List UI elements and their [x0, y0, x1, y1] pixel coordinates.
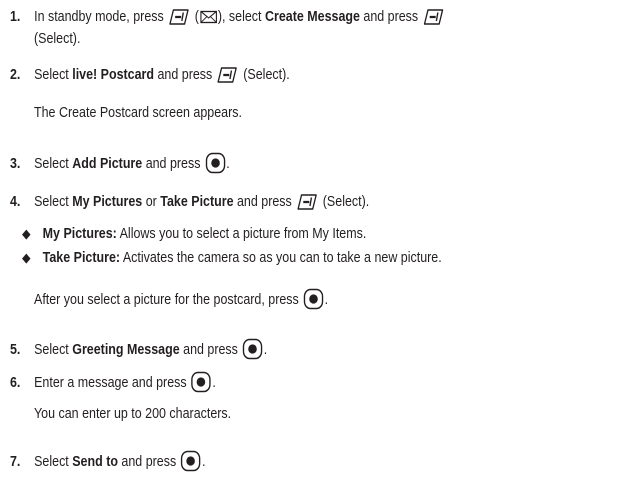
after-bullets-note: After you select a picture for the postc… [34, 288, 328, 311]
instruction-page: 1. In standby mode, press (), select Cre… [0, 0, 621, 483]
ok-key-icon [181, 450, 201, 472]
bullet-my-pictures: ◆ My Pictures: Allows you to select a pi… [22, 226, 367, 242]
bullet-take-picture: ◆ Take Picture: Activates the camera so … [22, 250, 442, 266]
menu-item-send-to: Send to [72, 453, 118, 470]
ok-key-icon [205, 152, 225, 174]
menu-item-my-pictures: My Pictures [72, 194, 143, 210]
diamond-bullet-icon: ◆ [22, 226, 31, 241]
ok-key-icon [191, 371, 211, 393]
step-6: 6. Enter a message and press . [10, 371, 216, 394]
step-2-note: The Create Postcard screen appears. [34, 105, 242, 121]
menu-item-create-message: Create Message [264, 9, 360, 25]
step-1-continuation: (Select). [34, 31, 81, 47]
step-number: 1. [10, 9, 21, 25]
step-number: 7. [10, 453, 21, 470]
menu-item-live-postcard: live! Postcard [72, 67, 155, 83]
left-soft-key-icon [169, 9, 189, 25]
step-number: 5. [10, 341, 21, 358]
ok-key-icon [303, 288, 324, 310]
menu-item-greeting-message: Greeting Message [72, 341, 180, 358]
left-soft-key-icon [423, 9, 443, 25]
step-2: 2. Select live! Postcard and press (Sele… [10, 67, 290, 83]
step-7: 7. Select Send to and press . [10, 450, 206, 473]
step-number: 4. [10, 194, 21, 210]
step-6-note: You can enter up to 200 characters. [34, 406, 232, 422]
step-1: 1. In standby mode, press (), select Cre… [10, 8, 446, 26]
step-5: 5. Select Greeting Message and press . [10, 338, 267, 361]
envelope-icon [200, 11, 217, 24]
left-soft-key-icon [297, 194, 317, 210]
menu-item-take-picture: Take Picture [160, 194, 234, 210]
step-4: 4. Select My Pictures or Take Picture an… [10, 194, 370, 210]
menu-item-add-picture: Add Picture [72, 155, 143, 172]
step-number: 6. [10, 374, 21, 391]
diamond-bullet-icon: ◆ [22, 250, 31, 265]
step-number: 2. [10, 67, 21, 83]
step-3: 3. Select Add Picture and press . [10, 152, 230, 175]
ok-key-icon [242, 338, 263, 360]
step-number: 3. [10, 155, 21, 172]
left-soft-key-icon [217, 67, 238, 83]
